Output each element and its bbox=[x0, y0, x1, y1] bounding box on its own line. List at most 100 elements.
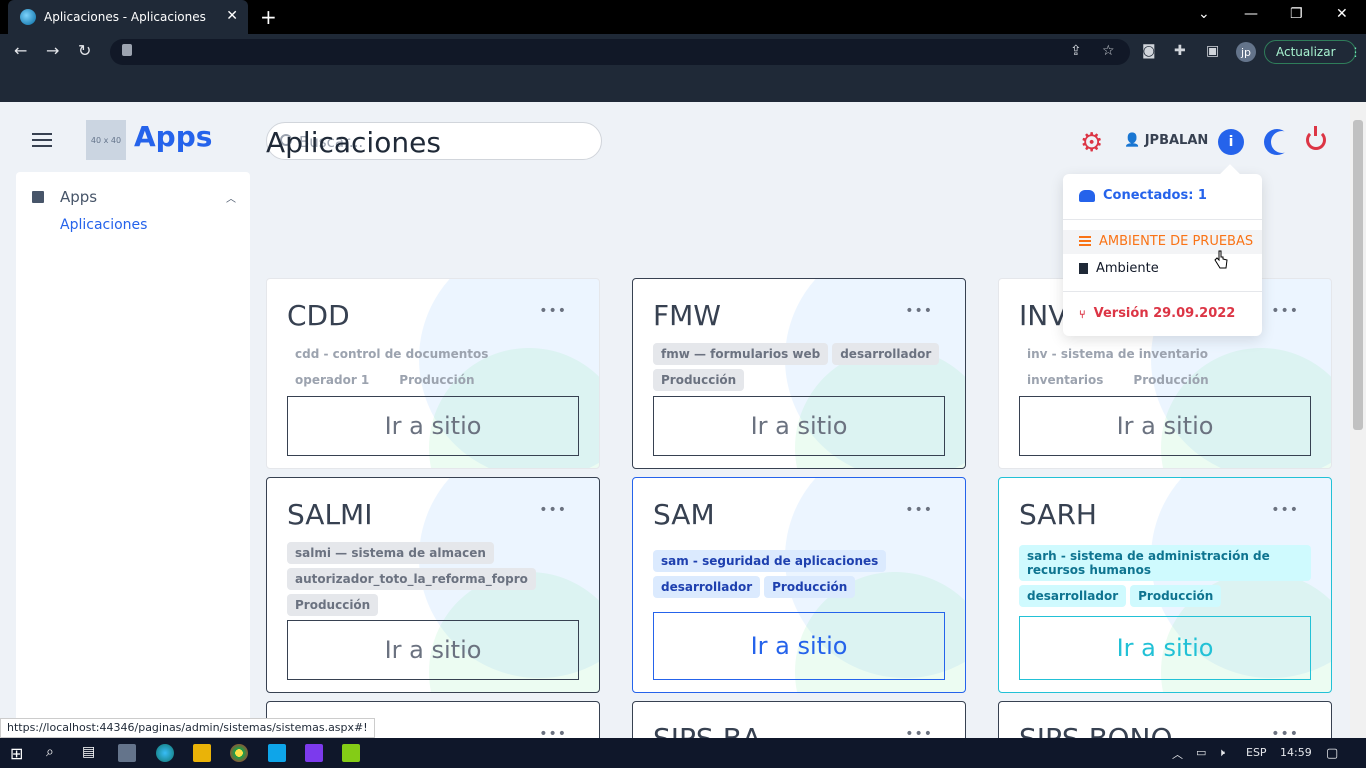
app-icon[interactable] bbox=[342, 744, 360, 762]
card-title: SARH bbox=[1019, 498, 1097, 531]
star-icon[interactable]: ☆ bbox=[1102, 43, 1115, 59]
branch-icon: ⑂ bbox=[1079, 308, 1086, 321]
chrome-icon[interactable] bbox=[230, 744, 248, 762]
file-icon bbox=[1079, 263, 1088, 274]
moon-icon[interactable] bbox=[1264, 129, 1293, 155]
sidebar: Apps ︿ Aplicaciones bbox=[16, 172, 250, 738]
app-card-salmi: SALMI ••• salmi — sistema de almacen aut… bbox=[266, 477, 600, 693]
edge-icon bbox=[20, 9, 36, 25]
card-tag: autorizador_toto_la_reforma_fopro bbox=[287, 568, 536, 590]
update-button[interactable]: Actualizar ⋮ bbox=[1264, 40, 1362, 64]
edge-taskbar-icon[interactable] bbox=[156, 744, 174, 762]
user-icon: 👤 bbox=[1124, 133, 1141, 148]
camera-icon[interactable]: ◙ bbox=[1142, 43, 1156, 59]
users-icon bbox=[1079, 189, 1095, 202]
card-tag: inv - sistema de inventario bbox=[1027, 347, 1209, 361]
close-window-icon[interactable]: ✕ bbox=[1336, 6, 1348, 22]
browser-toolbar: ← → ↻ ⇪ ☆ ◙ ✚ ▣ jp Actualizar ⋮ bbox=[0, 34, 1366, 70]
card-tag: inventarios bbox=[1027, 373, 1104, 387]
app-card-fmw: FMW ••• fmw — formularios web desarrolla… bbox=[632, 278, 966, 469]
more-icon[interactable]: ••• bbox=[905, 502, 933, 518]
brand-title[interactable]: Apps bbox=[134, 120, 212, 153]
chevron-up-icon[interactable]: ︿ bbox=[226, 190, 236, 205]
visualstudio-icon[interactable] bbox=[305, 744, 323, 762]
profile-avatar[interactable]: jp bbox=[1236, 42, 1256, 62]
card-title: CDD bbox=[287, 299, 350, 332]
clock[interactable]: 14:59 bbox=[1280, 746, 1312, 759]
sidebar-group-label: Apps bbox=[60, 188, 98, 206]
go-to-site-button[interactable]: Ir a sitio bbox=[1019, 616, 1311, 680]
more-icon[interactable]: ••• bbox=[1271, 303, 1299, 319]
restore-icon[interactable]: ❐ bbox=[1290, 6, 1303, 22]
extensions-icon[interactable]: ✚ bbox=[1174, 43, 1186, 59]
chevron-up-icon[interactable]: ︿ bbox=[1172, 746, 1183, 762]
back-icon[interactable]: ← bbox=[14, 41, 27, 60]
card-tag: Producción bbox=[764, 576, 856, 598]
page-title: Aplicaciones bbox=[266, 126, 441, 159]
task-view-icon[interactable]: ▤ bbox=[82, 744, 100, 762]
reload-icon[interactable]: ↻ bbox=[78, 41, 91, 60]
card-tag: operador 1 bbox=[295, 373, 370, 387]
more-icon[interactable]: ••• bbox=[905, 303, 933, 319]
go-to-site-button[interactable]: Ir a sitio bbox=[653, 612, 945, 680]
server-icon bbox=[1079, 236, 1091, 247]
menu-item-test-environment[interactable]: AMBIENTE DE PRUEBAS bbox=[1079, 234, 1253, 249]
browser-tabbar: Aplicaciones - Aplicaciones ✕ + ⌄ — ❐ ✕ bbox=[0, 0, 1366, 34]
power-icon[interactable] bbox=[1306, 126, 1326, 150]
card-title: SALMI bbox=[287, 498, 373, 531]
update-label: Actualizar bbox=[1276, 45, 1336, 59]
scrollbar-thumb[interactable] bbox=[1353, 120, 1363, 430]
new-tab-icon[interactable]: + bbox=[260, 5, 277, 29]
sidebar-item-aplicaciones[interactable]: Aplicaciones bbox=[60, 217, 147, 233]
go-to-site-button[interactable]: Ir a sitio bbox=[653, 396, 945, 456]
sidepanel-icon[interactable]: ▣ bbox=[1206, 43, 1219, 59]
card-tag: fmw — formularios web bbox=[653, 343, 829, 365]
share-icon[interactable]: ⇪ bbox=[1070, 43, 1082, 59]
more-icon[interactable]: ••• bbox=[1271, 502, 1299, 518]
app-card-sarh: SARH ••• sarh - sistema de administració… bbox=[998, 477, 1332, 693]
chevron-down-icon[interactable]: ⌄ bbox=[1198, 6, 1210, 22]
more-icon[interactable]: ••• bbox=[539, 502, 567, 518]
menu-icon[interactable] bbox=[32, 133, 52, 151]
card-tag: Producción bbox=[287, 594, 379, 616]
card-tag: Producción bbox=[1130, 585, 1222, 607]
info-icon[interactable]: i bbox=[1218, 129, 1244, 155]
card-tag: desarrollador bbox=[653, 576, 761, 598]
store-icon[interactable] bbox=[118, 744, 136, 762]
more-icon[interactable]: ••• bbox=[539, 303, 567, 319]
card-tag: sam - seguridad de aplicaciones bbox=[653, 550, 887, 572]
user-menu[interactable]: 👤 JPBALAN bbox=[1124, 133, 1208, 148]
close-tab-icon[interactable]: ✕ bbox=[226, 8, 238, 24]
card-tag: cdd - control de documentos bbox=[295, 347, 489, 361]
volume-icon[interactable]: 🕨 bbox=[1218, 746, 1225, 760]
card-tag: sarh - sistema de administración de recu… bbox=[1019, 545, 1311, 581]
status-url: https://localhost:44346/paginas/admin/si… bbox=[0, 718, 375, 738]
forward-icon[interactable]: → bbox=[46, 41, 59, 60]
card-tag: Producción bbox=[653, 369, 745, 391]
minimize-icon[interactable]: — bbox=[1244, 6, 1258, 22]
browser-tab[interactable]: Aplicaciones - Aplicaciones ✕ bbox=[8, 0, 248, 34]
go-to-site-button[interactable]: Ir a sitio bbox=[287, 396, 579, 456]
kebab-icon: ⋮ bbox=[1349, 45, 1362, 59]
scrollbar[interactable] bbox=[1350, 102, 1366, 738]
version-label: ⑂ Versión 29.09.2022 bbox=[1079, 306, 1235, 321]
search-taskbar-icon[interactable]: ⌕ bbox=[46, 744, 64, 762]
language-indicator[interactable]: ESP bbox=[1246, 746, 1267, 759]
app-card-sam: SAM ••• sam - seguridad de aplicaciones … bbox=[632, 477, 966, 693]
network-icon[interactable]: ▭ bbox=[1196, 746, 1206, 759]
go-to-site-button[interactable]: Ir a sitio bbox=[1019, 396, 1311, 456]
explorer-icon[interactable] bbox=[193, 744, 211, 762]
sidebar-group-apps[interactable]: Apps bbox=[32, 188, 97, 206]
card-tag: Producción bbox=[399, 373, 475, 387]
gear-icon[interactable]: ⚙ bbox=[1080, 130, 1106, 156]
card-tag: Producción bbox=[1133, 373, 1209, 387]
vscode-icon[interactable] bbox=[268, 744, 286, 762]
version-text: Versión 29.09.2022 bbox=[1093, 306, 1236, 321]
lock-icon bbox=[122, 44, 132, 56]
notifications-icon[interactable]: ▢ bbox=[1326, 746, 1338, 761]
address-bar[interactable] bbox=[110, 39, 1130, 65]
card-tag: desarrollador bbox=[832, 343, 940, 365]
windows-start-icon[interactable]: ⊞ bbox=[10, 744, 28, 763]
menu-item-environment[interactable]: Ambiente bbox=[1079, 261, 1159, 276]
go-to-site-button[interactable]: Ir a sitio bbox=[287, 620, 579, 680]
